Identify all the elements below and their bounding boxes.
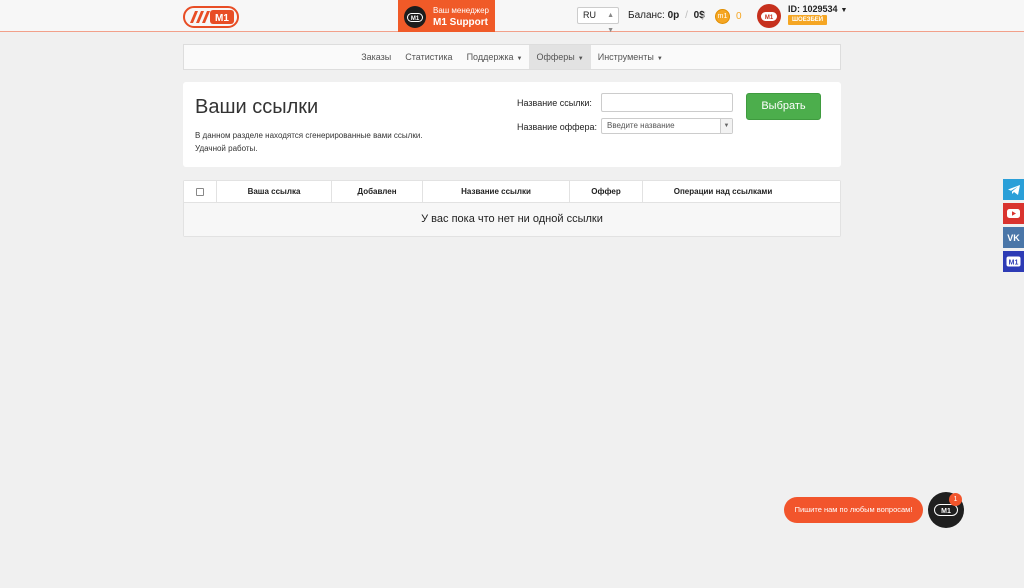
m1-icon: M1 [1006, 256, 1021, 267]
m1-community-link[interactable]: M1 [1003, 251, 1024, 272]
page-description-wish: Удачной работы. [195, 144, 258, 153]
unread-count-badge: 1 [949, 493, 962, 506]
balance-label: Баланс: [628, 10, 665, 21]
main-nav: Заказы Статистика Поддержка ▼ Офферы ▼ Инс… [183, 44, 841, 70]
table-empty-message: У вас пока что нет ни одной ссылки [184, 203, 840, 236]
telegram-link[interactable] [1003, 179, 1024, 200]
column-header-added[interactable]: Добавлен [332, 181, 423, 203]
youtube-link[interactable] [1003, 203, 1024, 224]
select-all-cell [184, 181, 217, 203]
chevron-down-icon: ▼ [720, 119, 732, 133]
nav-item-orders[interactable]: Заказы [354, 45, 398, 69]
chat-prompt-bubble[interactable]: Пишите нам по любым вопросам! [784, 497, 923, 523]
offer-name-label: Название оффера: [517, 122, 598, 132]
youtube-icon [1007, 209, 1020, 218]
column-header-operations: Операции над ссылками [673, 187, 773, 196]
page-description: В данном разделе находятся сгенерированн… [195, 131, 423, 140]
manager-block[interactable]: M1 Ваш менеджер M1 Support [398, 0, 495, 32]
nav-item-offers[interactable]: Офферы ▼ [529, 45, 591, 69]
links-filter-panel: Ваши ссылки В данном разделе находятся с… [183, 82, 841, 167]
caret-down-icon: ▼ [516, 56, 523, 62]
link-name-input[interactable] [601, 93, 733, 112]
select-all-checkbox[interactable] [196, 188, 204, 196]
updown-arrow-icon: ▲ ▼ [607, 12, 614, 34]
offer-select[interactable]: Введите название ▼ [601, 118, 733, 134]
balance-separator: / [685, 10, 688, 21]
column-header-link[interactable]: Ваша ссылка [217, 181, 332, 203]
nav-item-support[interactable]: Поддержка ▼ [460, 45, 530, 69]
page-title: Ваши ссылки [195, 96, 319, 118]
coin-count: 0 [736, 11, 742, 22]
caret-down-icon: ▼ [577, 56, 584, 62]
vk-icon: VK [1007, 232, 1020, 243]
svg-text:M1: M1 [941, 508, 951, 515]
column-header-link-name[interactable]: Название ссылки [423, 181, 570, 203]
offer-select-placeholder: Введите название [607, 121, 675, 130]
coin-icon: m1 [715, 9, 730, 24]
user-id-menu[interactable]: ID: 1029534 ▼ [788, 4, 847, 14]
divider: / [702, 9, 706, 23]
nav-item-tools[interactable]: Инструменты ▼ [591, 45, 670, 69]
top-header: M1 M1 Ваш менеджер M1 Support RU ▲ ▼ Бала… [0, 0, 1024, 34]
select-button[interactable]: Выбрать [746, 93, 821, 120]
svg-text:M1: M1 [411, 16, 420, 22]
nav-item-statistics[interactable]: Статистика [398, 45, 459, 69]
column-header-offer[interactable]: Оффер [570, 181, 643, 203]
vk-link[interactable]: VK [1003, 227, 1024, 248]
user-avatar[interactable]: M1 [757, 4, 781, 28]
language-value: RU [583, 10, 596, 20]
telegram-icon [1007, 184, 1020, 195]
balance: Баланс: 0р / 0$ [628, 10, 705, 21]
language-select[interactable]: RU ▲ ▼ [577, 7, 619, 34]
user-status-badge: ШОЕЗБЕЙ [788, 15, 828, 25]
manager-avatar: M1 [404, 6, 426, 28]
m1-logo[interactable]: M1 [183, 6, 239, 28]
manager-label: Ваш менеджер [433, 6, 489, 15]
balance-rub: 0р [667, 10, 680, 21]
table-header: Ваша ссылка Добавлен Название ссылки Офф… [184, 181, 840, 203]
caret-down-icon: ▼ [656, 56, 663, 62]
svg-text:M1: M1 [765, 15, 774, 21]
links-table: Ваша ссылка Добавлен Название ссылки Офф… [183, 180, 841, 237]
user-id: ID: 1029534 [788, 4, 838, 14]
caret-down-icon: ▼ [840, 7, 848, 14]
link-name-label: Название ссылки: [517, 98, 592, 108]
manager-name: M1 Support [433, 17, 488, 28]
svg-text:M1: M1 [1009, 260, 1019, 267]
logo-text: M1 [215, 13, 229, 24]
